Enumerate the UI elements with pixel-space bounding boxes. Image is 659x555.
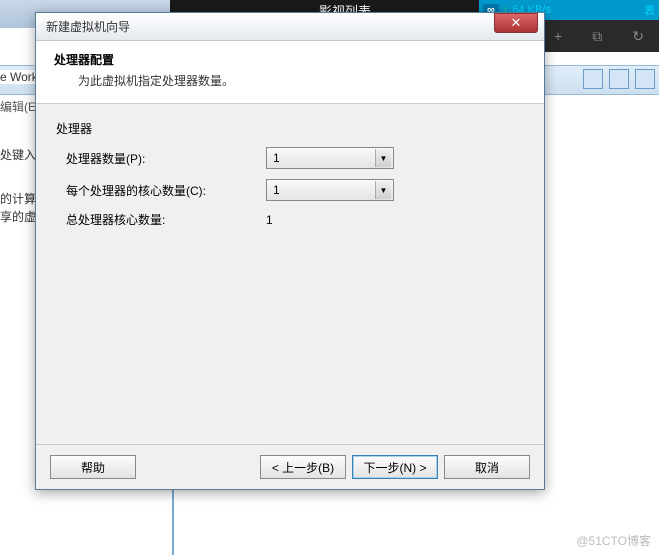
header-title: 处理器配置 — [54, 51, 526, 68]
bg-divider-line — [172, 490, 174, 555]
select-value: 1 — [273, 183, 280, 197]
row-num-processors: 处理器数量(P): 1 ▼ — [66, 147, 524, 169]
label-num-processors: 处理器数量(P): — [66, 150, 266, 167]
toolbar-icon-2 — [609, 69, 629, 89]
bg-dark-toolbar: + ⧉ ↻ — [539, 20, 659, 52]
content-area: 处理器 处理器数量(P): 1 ▼ 每个处理器的核心数量(C): 1 ▼ 总处理… — [36, 104, 544, 444]
label-total-cores: 总处理器核心数量: — [66, 211, 266, 228]
chevron-down-icon: ▼ — [375, 181, 391, 199]
footer-right: < 上一步(B) 下一步(N) > 取消 — [260, 455, 530, 479]
close-icon: ✕ — [511, 15, 522, 31]
chevron-down-icon: ▼ — [375, 149, 391, 167]
close-button[interactable]: ✕ — [494, 13, 538, 33]
select-cores-per[interactable]: 1 ▼ — [266, 179, 394, 201]
plus-icon: + — [554, 28, 562, 44]
select-num-processors[interactable]: 1 ▼ — [266, 147, 394, 169]
next-button[interactable]: 下一步(N) > — [352, 455, 438, 479]
value-total-cores: 1 — [266, 213, 273, 227]
header-subtitle: 为此虚拟机指定处理器数量。 — [78, 72, 526, 89]
toolbar-icon-1 — [583, 69, 603, 89]
back-button[interactable]: < 上一步(B) — [260, 455, 346, 479]
row-cores-per: 每个处理器的核心数量(C): 1 ▼ — [66, 179, 524, 201]
list-suffix: 表 — [644, 2, 655, 18]
cancel-button[interactable]: 取消 — [444, 455, 530, 479]
refresh-icon: ↻ — [632, 28, 644, 45]
titlebar[interactable]: 新建虚拟机向导 ✕ — [36, 13, 544, 41]
header-panel: 处理器配置 为此虚拟机指定处理器数量。 — [36, 41, 544, 104]
toolbar-icon-3 — [635, 69, 655, 89]
dialog-title: 新建虚拟机向导 — [46, 18, 130, 35]
toolbar-icons — [583, 69, 655, 89]
label-cores-per: 每个处理器的核心数量(C): — [66, 182, 266, 199]
bg-edit: 编辑(E) — [0, 98, 40, 115]
section-label: 处理器 — [56, 120, 524, 137]
watermark: @51CTO博客 — [576, 532, 651, 549]
new-vm-wizard-dialog: 新建虚拟机向导 ✕ 处理器配置 为此虚拟机指定处理器数量。 处理器 处理器数量(… — [35, 12, 545, 490]
select-value: 1 — [273, 151, 280, 165]
row-total-cores: 总处理器核心数量: 1 — [66, 211, 524, 228]
footer: 帮助 < 上一步(B) 下一步(N) > 取消 — [36, 444, 544, 489]
help-button[interactable]: 帮助 — [50, 455, 136, 479]
copy-icon: ⧉ — [592, 28, 602, 45]
